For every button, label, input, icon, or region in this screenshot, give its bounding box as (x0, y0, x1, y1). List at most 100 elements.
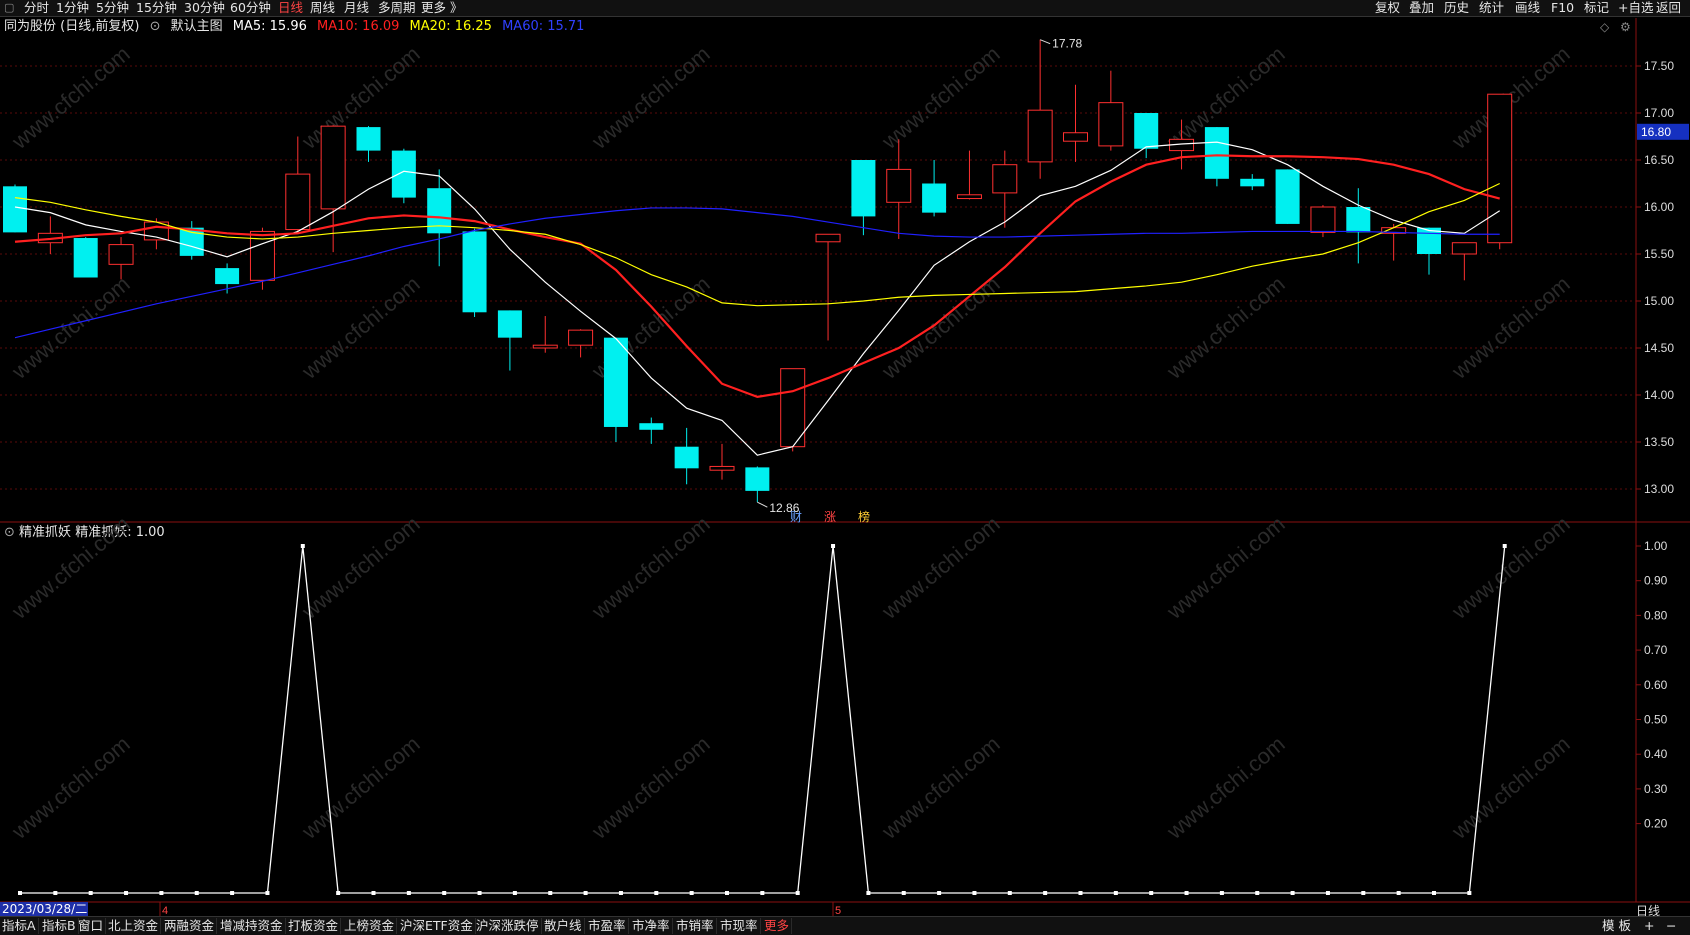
indicator-point (972, 891, 977, 895)
indicator-axis-label: 0.90 (1644, 574, 1668, 588)
tab-holding-change[interactable]: 增减持资金 (218, 918, 286, 934)
indicator-point (1113, 891, 1118, 895)
indicator-point (1396, 891, 1401, 895)
indicator-point (18, 891, 22, 895)
tab-ps[interactable]: 市销率 (674, 918, 717, 934)
candle-down (639, 423, 664, 430)
watermark-text: www.cfchi.com (586, 511, 714, 624)
tab-retail-line[interactable]: 散户线 (542, 918, 585, 934)
candle-up (886, 168, 912, 203)
indicator-point (300, 544, 305, 548)
kline-chart[interactable]: www.cfchi.com www.cfchi.com www.cfchi.com w… (0, 0, 1690, 934)
price-axis-label: 14.50 (1644, 341, 1674, 355)
indicator-point (1325, 891, 1330, 895)
tab-window[interactable]: 窗口 (76, 918, 107, 934)
zoom-out-button[interactable]: − (1664, 918, 1678, 934)
candle-down (391, 150, 416, 198)
indicator-point (901, 891, 906, 895)
tab-pcf[interactable]: 市现率 (718, 918, 761, 934)
indicator-point (442, 891, 447, 895)
indicator-point (689, 891, 694, 895)
tab-limit-board[interactable]: 打板资金 (286, 918, 342, 934)
watermark-text: www.cfchi.com (876, 41, 1004, 154)
indicator-point (831, 544, 836, 548)
watermark-text: www.cfchi.com (876, 511, 1004, 624)
tab-margin[interactable]: 两融资金 (162, 918, 218, 934)
indicator-axis-label: 0.70 (1644, 643, 1668, 657)
tab-pb[interactable]: 市净率 (630, 918, 673, 934)
watermark-text: www.cfchi.com (1161, 731, 1289, 844)
indicator-axis-label: 0.40 (1644, 747, 1668, 761)
tab-indicator-b[interactable]: 指标B (40, 918, 79, 934)
tab-top-list[interactable]: 上榜资金 (342, 918, 398, 934)
candle-up (992, 164, 1018, 194)
low-pointer (757, 501, 768, 508)
template-button[interactable]: 模 板 (1600, 918, 1633, 934)
candle-down (1240, 178, 1265, 187)
candle-down (215, 268, 240, 285)
indicator-point (583, 891, 588, 895)
tab-pe[interactable]: 市盈率 (586, 918, 629, 934)
indicator-point (1361, 891, 1366, 895)
candle-up (1098, 102, 1124, 147)
candle-down (1346, 207, 1371, 233)
indicator-point (866, 891, 871, 895)
indicator-point (371, 891, 376, 895)
indicator-point (1290, 891, 1295, 895)
indicator-point (265, 891, 270, 895)
high-pointer (1039, 39, 1051, 45)
indicator-layer (18, 544, 1507, 895)
candle-down (1134, 113, 1159, 149)
grid-lines (0, 18, 1690, 903)
tab-northbound[interactable]: 北上资金 (106, 918, 162, 934)
candle-down (3, 186, 27, 233)
watermark-text: www.cfchi.com (296, 511, 424, 624)
tab-etf-funds[interactable]: 沪深ETF资金 (398, 918, 476, 934)
candle-up (285, 173, 311, 231)
indicator-point (654, 891, 659, 895)
indicator-point (548, 891, 553, 895)
zoom-in-button[interactable]: + (1642, 918, 1656, 934)
watermark-text: www.cfchi.com (6, 731, 134, 844)
price-axis-label: 17.50 (1644, 59, 1674, 73)
indicator-point (336, 891, 341, 895)
candle-down (745, 467, 770, 491)
indicator-point (1007, 891, 1012, 895)
indicator-point (406, 891, 411, 895)
candle-up (1027, 109, 1053, 163)
candle-down (603, 337, 628, 427)
tab-limit-up-down[interactable]: 沪深涨跌停 (474, 918, 542, 934)
indicator-point (124, 891, 129, 895)
high-price-label: 17.78 (1052, 37, 1082, 51)
indicator-point (1432, 891, 1436, 895)
tab-indicator-a[interactable]: 指标A (0, 918, 39, 934)
price-axis-label: 13.00 (1644, 482, 1674, 496)
current-price-label: 16.80 (1641, 125, 1671, 139)
watermark-text: www.cfchi.com (1161, 511, 1289, 624)
watermark-text: www.cfchi.com (296, 271, 424, 384)
candle-down (1204, 127, 1229, 179)
price-axis-label: 13.50 (1644, 435, 1674, 449)
price-axis-label: 16.50 (1644, 153, 1674, 167)
price-axis-label: 14.00 (1644, 388, 1674, 402)
indicator-point (159, 891, 164, 895)
price-axis-label: 17.00 (1644, 106, 1674, 120)
event-tag-surge[interactable]: 涨 (824, 509, 836, 524)
watermark-text: www.cfchi.com (586, 731, 714, 844)
indicator-point (618, 891, 623, 895)
tab-more[interactable]: 更多 (762, 918, 793, 934)
candle-down (1275, 169, 1300, 224)
indicator-point (512, 891, 517, 895)
watermark-text: www.cfchi.com (6, 41, 134, 154)
watermark-text: www.cfchi.com (296, 731, 424, 844)
indicator-point (937, 891, 942, 895)
indicator-point (1502, 544, 1507, 548)
watermark-text: www.cfchi.com (6, 511, 134, 624)
indicator-axis-label: 1.00 (1644, 539, 1668, 553)
event-tag-finance[interactable]: 财 (790, 510, 802, 524)
event-tag-list[interactable]: 榜 (858, 509, 870, 524)
indicator-axis-label: 0.80 (1644, 608, 1668, 622)
indicator-point (477, 891, 482, 895)
candle-down (922, 183, 947, 213)
watermark-text: www.cfchi.com (6, 271, 134, 384)
